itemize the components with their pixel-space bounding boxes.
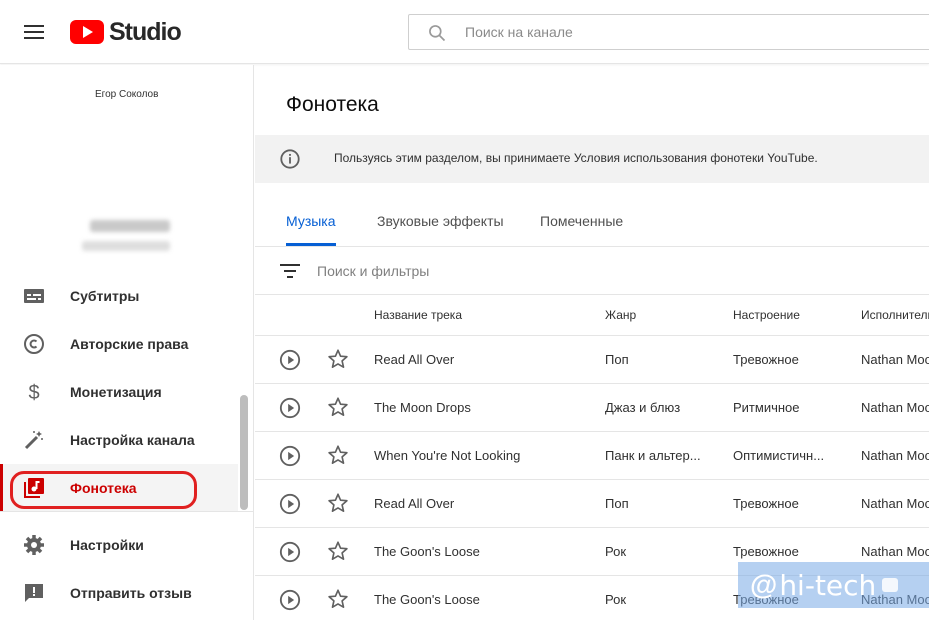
track-title: Read All Over <box>374 496 455 511</box>
active-tab-indicator <box>286 243 336 246</box>
info-icon <box>280 149 300 169</box>
track-artist[interactable]: Nathan Moore <box>861 496 929 511</box>
sidebar-item-label: Отправить отзыв <box>70 585 192 601</box>
watermark-text: hi-tech <box>779 568 877 602</box>
sidebar-item-label: Монетизация <box>70 384 162 400</box>
tab-bar: Музыка Звуковые эффекты Помеченные <box>255 199 929 247</box>
column-header-artist[interactable]: Исполнитель <box>861 308 929 322</box>
sidebar-item-subtitles[interactable]: Субтитры <box>0 272 238 320</box>
table-row[interactable]: Read All Over Поп Тревожное Nathan Moore <box>255 336 929 384</box>
watermark-badge-icon <box>882 578 899 592</box>
track-title: The Goon's Loose <box>374 592 480 607</box>
track-artist[interactable]: Nathan Moore <box>861 448 929 463</box>
star-icon[interactable] <box>327 492 349 514</box>
top-bar: Studio <box>0 0 929 64</box>
star-icon[interactable] <box>327 588 349 610</box>
star-icon[interactable] <box>327 396 349 418</box>
channel-handle-blurred <box>82 241 170 251</box>
page-title: Фонотека <box>286 93 379 116</box>
track-artist[interactable]: Nathan Moore <box>861 352 929 367</box>
table-row[interactable]: The Moon Drops Джаз и блюз Ритмичное Nathan… <box>255 384 929 432</box>
terms-banner: Пользуясь этим разделом, вы принимаете У… <box>255 135 929 183</box>
star-icon[interactable] <box>327 348 349 370</box>
track-genre: Джаз и блюз <box>605 400 681 415</box>
track-genre: Поп <box>605 352 629 367</box>
sidebar: Егор Соколов Субтитры Авторские права $ … <box>0 65 254 620</box>
table-row[interactable]: Read All Over Поп Тревожное Nathan Moore <box>255 480 929 528</box>
sidebar-divider <box>0 511 254 512</box>
sidebar-item-label: Фонотека <box>70 480 137 496</box>
tab-sound-effects[interactable]: Звуковые эффекты <box>377 213 504 229</box>
sidebar-item-settings[interactable]: Настройки <box>0 521 238 569</box>
track-mood: Ритмичное <box>733 400 800 415</box>
track-mood: Тревожное <box>733 544 799 559</box>
track-title: The Goon's Loose <box>374 544 480 559</box>
main-content: Фонотека Пользуясь этим разделом, вы при… <box>255 65 929 620</box>
filter-input[interactable] <box>317 247 897 294</box>
play-icon[interactable] <box>279 541 301 563</box>
channel-search <box>408 14 929 50</box>
track-title: The Moon Drops <box>374 400 471 415</box>
search-icon[interactable] <box>427 23 447 43</box>
tab-starred[interactable]: Помеченные <box>540 213 623 229</box>
filter-icon[interactable] <box>280 263 300 279</box>
subtitles-icon <box>24 289 44 303</box>
sidebar-item-label: Субтитры <box>70 288 140 304</box>
table-row[interactable]: When You're Not Looking Панк и альтер... О… <box>255 432 929 480</box>
magic-wand-icon <box>24 431 43 450</box>
track-artist[interactable]: Nathan Moore <box>861 544 929 559</box>
terms-banner-text: Пользуясь этим разделом, вы принимаете У… <box>334 151 818 165</box>
dollar-icon: $ <box>28 382 39 404</box>
tab-music[interactable]: Музыка <box>286 213 336 229</box>
watermark-at: @ <box>750 569 778 600</box>
track-title: Read All Over <box>374 352 455 367</box>
sidebar-item-audio-library[interactable]: Фонотека <box>0 464 238 512</box>
sidebar-item-copyright[interactable]: Авторские права <box>0 320 238 368</box>
gear-icon <box>24 535 44 555</box>
column-header-title[interactable]: Название трека <box>374 308 462 322</box>
play-icon[interactable] <box>279 493 301 515</box>
track-mood: Оптимистичн... <box>733 448 825 463</box>
track-genre: Рок <box>605 544 627 559</box>
play-icon[interactable] <box>279 445 301 467</box>
copyright-icon <box>24 334 44 354</box>
youtube-play-logo-icon <box>70 20 104 44</box>
channel-avatar-label: Егор Соколов <box>95 89 159 100</box>
track-title: When You're Not Looking <box>374 448 521 463</box>
column-header-mood[interactable]: Настроение <box>733 308 800 322</box>
star-icon[interactable] <box>327 540 349 562</box>
track-genre: Рок <box>605 592 627 607</box>
sidebar-item-feedback[interactable]: Отправить отзыв <box>0 569 238 617</box>
svg-text:$: $ <box>28 382 39 404</box>
play-icon[interactable] <box>279 397 301 419</box>
track-mood: Тревожное <box>733 352 799 367</box>
star-icon[interactable] <box>327 444 349 466</box>
channel-name-blurred <box>90 220 170 232</box>
feedback-icon <box>25 584 43 602</box>
sidebar-item-label: Авторские права <box>70 336 189 352</box>
sidebar-item-customization[interactable]: Настройка канала <box>0 416 238 464</box>
filter-bar <box>255 247 929 295</box>
column-header-genre[interactable]: Жанр <box>605 308 636 322</box>
logo-text: Studio <box>109 17 182 46</box>
track-genre: Поп <box>605 496 629 511</box>
hamburger-menu-icon[interactable] <box>20 20 48 44</box>
youtube-studio-logo[interactable]: Studio <box>70 17 182 47</box>
sidebar-item-monetization[interactable]: $ Монетизация <box>0 368 238 416</box>
hi-tech-watermark: @ hi-tech <box>738 562 929 608</box>
track-mood: Тревожное <box>733 496 799 511</box>
sidebar-item-label: Настройки <box>70 537 144 553</box>
track-artist[interactable]: Nathan Moore <box>861 400 929 415</box>
play-icon[interactable] <box>279 349 301 371</box>
play-icon[interactable] <box>279 589 301 611</box>
sidebar-scrollbar[interactable] <box>240 395 248 510</box>
audio-library-icon <box>24 478 44 498</box>
sidebar-item-label: Настройка канала <box>70 432 195 448</box>
track-genre: Панк и альтер... <box>605 448 701 463</box>
table-header: Название трека Жанр Настроение Исполните… <box>255 295 929 336</box>
channel-search-input[interactable] <box>465 15 925 49</box>
